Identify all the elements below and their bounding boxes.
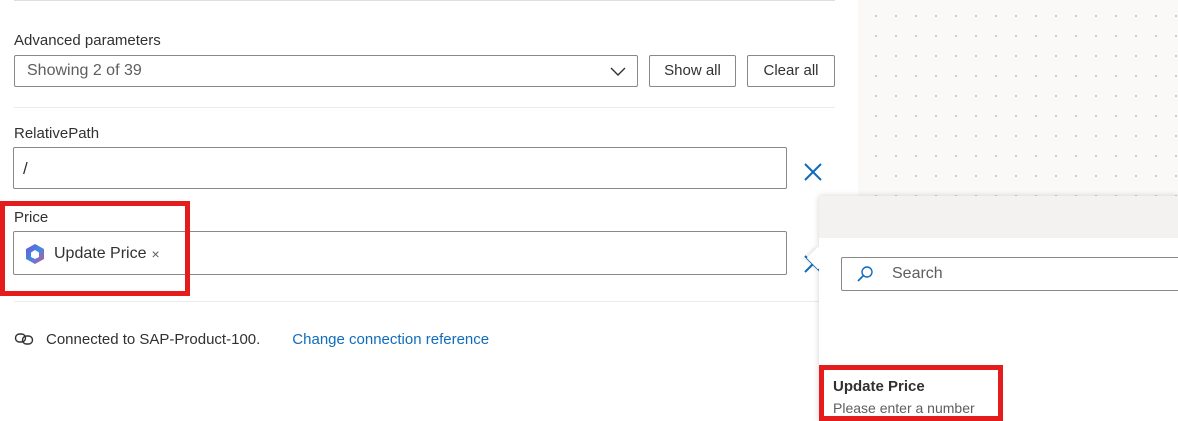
flyout-header [819, 196, 1178, 238]
section-divider [14, 107, 835, 108]
search-placeholder: Search [892, 265, 943, 282]
link-icon [14, 333, 34, 345]
connection-text: Connected to SAP-Product-100. [46, 330, 261, 348]
advanced-parameters-dropdown[interactable]: Showing 2 of 39 [14, 55, 638, 87]
top-divider [14, 0, 835, 1]
clear-all-button[interactable]: Clear all [747, 55, 835, 87]
search-input[interactable]: Search [841, 257, 1178, 291]
chevron-down-icon [610, 67, 626, 76]
dynamic-content-flyout: Search Update Price Please enter a numbe… [806, 196, 1178, 421]
connection-info: Connected to SAP-Product-100. Change con… [14, 330, 489, 348]
search-icon [857, 266, 873, 282]
bottom-divider [14, 301, 835, 302]
advanced-parameters-label: Advanced parameters [14, 32, 161, 49]
relative-path-label: RelativePath [14, 125, 100, 142]
change-connection-link[interactable]: Change connection reference [292, 331, 489, 348]
item-highlight-box [819, 365, 1003, 421]
show-all-button[interactable]: Show all [649, 55, 736, 87]
relative-path-input[interactable]: / [13, 147, 787, 189]
close-icon[interactable] [802, 161, 824, 183]
price-highlight-box [0, 201, 190, 296]
dropdown-value: Showing 2 of 39 [27, 62, 142, 79]
relative-path-value: / [23, 159, 28, 178]
